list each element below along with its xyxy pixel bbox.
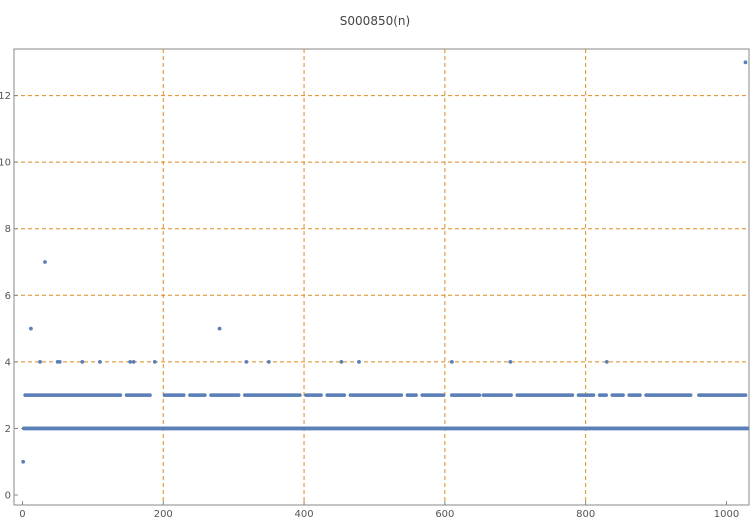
x-tick-label: 1000: [714, 509, 739, 520]
data-point: [80, 359, 85, 364]
x-tick-label: 600: [435, 509, 454, 520]
data-point: [118, 393, 123, 398]
data-point: [604, 393, 608, 398]
data-point: [131, 359, 136, 364]
data-point: [441, 393, 446, 398]
data-point: [181, 393, 186, 398]
x-tick-label: 0: [19, 509, 25, 520]
data-point: [621, 393, 625, 398]
plot-frame: [13, 48, 750, 506]
y-tick-label: 4: [5, 357, 11, 368]
data-point: [743, 393, 748, 398]
data-point: [38, 359, 42, 364]
data-point: [202, 393, 207, 398]
data-point: [236, 393, 241, 398]
data-point: [57, 359, 62, 364]
data-point: [97, 359, 102, 364]
data-point: [43, 260, 47, 264]
data-point: [357, 359, 361, 364]
data-point: [399, 393, 404, 398]
data-point: [477, 393, 482, 398]
data-point: [21, 459, 26, 464]
x-tick-label: 400: [295, 509, 314, 520]
data-point: [319, 393, 323, 398]
axis-ticks: 0 2 4 6 8 10 12 0 200 400 600 800 1000: [0, 91, 739, 520]
data-point: [28, 326, 33, 331]
data-point: [342, 393, 347, 398]
x-tick-label: 800: [576, 509, 595, 520]
data-point: [508, 359, 513, 364]
data-point: [450, 359, 454, 364]
data-point: [244, 359, 249, 364]
y-tick-label: 12: [0, 91, 11, 102]
y-tick-label: 2: [5, 424, 11, 435]
data-point: [414, 393, 418, 398]
data-point: [217, 326, 222, 331]
grid-lines: [14, 49, 749, 505]
x-tick-label: 200: [154, 509, 173, 520]
data-points: [21, 60, 750, 464]
data-point: [637, 393, 642, 398]
data-point: [128, 359, 133, 364]
data-point: [570, 393, 575, 398]
y-tick-label: 10: [0, 158, 11, 169]
y-tick-label: 8: [5, 224, 11, 235]
data-point: [297, 393, 302, 398]
data-point: [147, 393, 152, 398]
data-point: [688, 393, 693, 398]
data-point: [743, 60, 748, 65]
data-point: [509, 393, 513, 398]
data-point: [591, 393, 596, 398]
y-tick-label: 6: [5, 291, 11, 302]
scatter-plot: 0 2 4 6 8 10 12 0 200 400 600 800 1000: [0, 48, 750, 520]
data-point: [339, 359, 344, 364]
data-point: [152, 359, 157, 364]
data-point: [604, 359, 609, 364]
data-point: [266, 359, 271, 364]
data-point: [745, 426, 750, 431]
y-tick-label: 0: [5, 491, 11, 502]
